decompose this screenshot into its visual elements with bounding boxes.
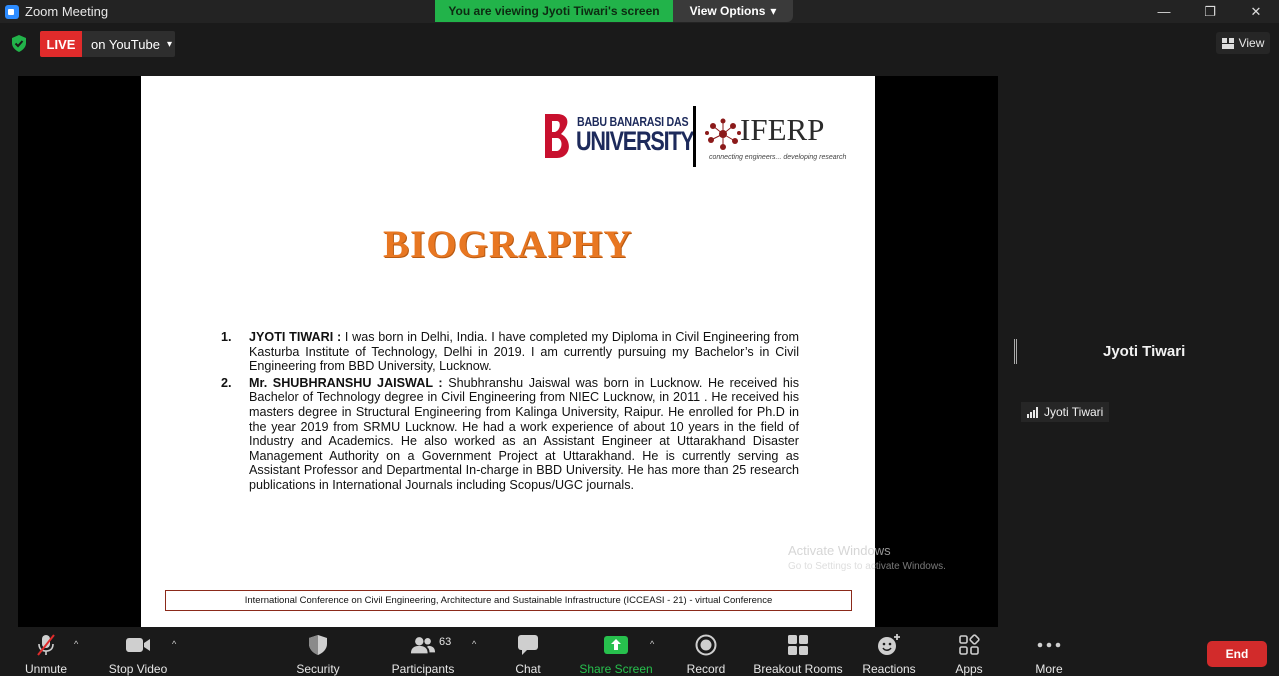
apps-icon <box>956 632 982 658</box>
stop-video-label: Stop Video <box>108 662 168 676</box>
view-button[interactable]: View <box>1216 32 1270 54</box>
participant-name: Jyoti Tiwari <box>1044 405 1104 419</box>
stop-video-button[interactable]: Stop Video <box>106 628 170 676</box>
live-badge[interactable]: LIVE <box>40 31 82 57</box>
participants-label: Participants <box>391 662 455 676</box>
participants-options-caret-icon[interactable]: ^ <box>472 639 476 649</box>
view-button-label: View <box>1238 36 1265 50</box>
more-button[interactable]: More <box>1030 628 1068 676</box>
window-controls: — ❐ ✕ <box>1141 0 1279 23</box>
apps-label: Apps <box>955 662 983 676</box>
chevron-down-icon: ▾ <box>166 38 172 50</box>
apps-button[interactable]: Apps <box>950 628 988 676</box>
audio-options-caret-icon[interactable]: ^ <box>74 639 78 649</box>
record-label: Record <box>686 662 726 676</box>
list-item: 1. JYOTI TIWARI : I was born in Delhi, I… <box>221 330 799 374</box>
watermark-line1: Activate Windows <box>788 543 891 558</box>
iferp-tagline: connecting engineers... developing resea… <box>709 154 847 161</box>
record-button[interactable]: Record <box>684 628 728 676</box>
list-item: 2. Mr. SHUBHRANSHU JAISWAL : Shubhranshu… <box>221 376 799 493</box>
close-button[interactable]: ✕ <box>1233 0 1279 23</box>
more-dots-icon <box>1036 632 1062 658</box>
participants-count-badge: 63 <box>439 636 452 648</box>
unmute-button[interactable]: Unmute <box>22 628 70 676</box>
reactions-button[interactable]: Reactions <box>861 628 917 676</box>
video-options-caret-icon[interactable]: ^ <box>172 639 176 649</box>
list-item-number: 2. <box>221 375 232 390</box>
iferp-network-logo-icon <box>705 118 741 150</box>
window-title: Zoom Meeting <box>25 4 109 19</box>
encryption-shield-icon[interactable] <box>11 35 27 52</box>
shared-screen-area: BABU BANARASI DAS UNIVERSITY IFERP conne… <box>18 76 998 627</box>
participants-icon <box>410 632 436 658</box>
iferp-logo-text: IFERP <box>740 112 825 147</box>
grid-icon <box>1221 37 1234 49</box>
zoom-app-icon <box>5 4 19 19</box>
chevron-down-icon: ▾ <box>770 4 777 18</box>
person-bio: Shubhranshu Jaiswal was born in Lucknow.… <box>249 375 799 492</box>
share-options-caret-icon[interactable]: ^ <box>650 639 654 649</box>
restore-button[interactable]: ❐ <box>1187 0 1233 23</box>
share-screen-button[interactable]: Share Screen <box>579 628 653 676</box>
activate-windows-watermark: Activate Windows Go to Settings to activ… <box>788 543 946 572</box>
live-target-label: on YouTube <box>91 36 160 52</box>
security-label: Security <box>296 662 340 676</box>
slide-title: BIOGRAPHY <box>383 223 633 266</box>
minimize-button[interactable]: — <box>1141 0 1187 23</box>
view-options-button[interactable]: View Options ▾ <box>673 0 793 22</box>
chat-label: Chat <box>515 662 541 676</box>
security-shield-icon <box>305 632 331 658</box>
breakout-rooms-label: Breakout Rooms <box>753 662 843 676</box>
share-screen-arrow-icon <box>603 632 629 658</box>
end-meeting-button[interactable]: End <box>1207 641 1267 667</box>
unmute-label: Unmute <box>24 662 68 676</box>
live-stream-target-dropdown[interactable]: on YouTube ▾ <box>82 31 175 57</box>
video-camera-icon <box>125 632 151 658</box>
panel-resize-handle[interactable] <box>1014 339 1017 364</box>
logo-divider <box>693 106 696 167</box>
signal-strength-icon <box>1027 406 1038 418</box>
meeting-toolbar: Unmute ^ Stop Video ^ Security Participa… <box>0 628 1279 676</box>
list-item-text: JYOTI TIWARI : I was born in Delhi, Indi… <box>249 330 799 374</box>
reactions-label: Reactions <box>862 662 916 676</box>
breakout-rooms-button[interactable]: Breakout Rooms <box>752 628 844 676</box>
viewing-screen-banner: You are viewing Jyoti Tiwari's screen <box>435 0 673 22</box>
chat-button[interactable]: Chat <box>510 628 546 676</box>
share-screen-label: Share Screen <box>579 662 653 676</box>
more-label: More <box>1035 662 1063 676</box>
list-item-text: Mr. SHUBHRANSHU JAISWAL : Shubhranshu Ja… <box>249 376 799 493</box>
presentation-slide: BABU BANARASI DAS UNIVERSITY IFERP conne… <box>141 76 875 627</box>
security-button[interactable]: Security <box>294 628 342 676</box>
biography-list: 1. JYOTI TIWARI : I was born in Delhi, I… <box>221 330 799 495</box>
person-name: Mr. SHUBHRANSHU JAISWAL : <box>249 375 443 390</box>
active-speaker-name: Jyoti Tiwari <box>1103 343 1186 360</box>
record-icon <box>693 632 719 658</box>
slide-logos: BABU BANARASI DAS UNIVERSITY IFERP conne… <box>543 104 846 168</box>
slide-footer: International Conference on Civil Engine… <box>165 590 852 611</box>
watermark-line2: Go to Settings to activate Windows. <box>788 561 946 572</box>
person-name: JYOTI TIWARI : <box>249 330 342 344</box>
bbd-logo-line2: UNIVERSITY <box>576 126 695 156</box>
participant-name-tag: Jyoti Tiwari <box>1021 402 1110 422</box>
view-options-label: View Options <box>689 4 766 18</box>
smiley-plus-icon <box>876 632 902 658</box>
chat-bubble-icon <box>515 632 541 658</box>
breakout-rooms-grid-icon <box>785 632 811 658</box>
muted-microphone-icon <box>33 632 59 658</box>
bbd-university-logo-mark <box>545 114 569 158</box>
list-item-number: 1. <box>221 330 232 344</box>
